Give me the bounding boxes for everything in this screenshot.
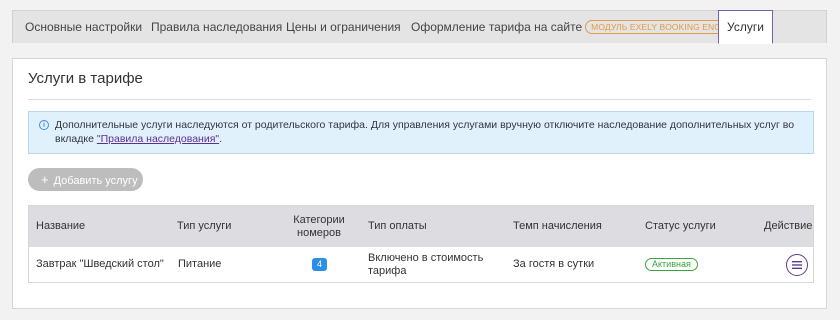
- column-header-name: Название: [36, 220, 86, 232]
- column-header-payment: Тип оплаты: [368, 220, 427, 232]
- actions-menu-button[interactable]: [786, 253, 808, 276]
- tab-bar: Основные настройки Правила наследования …: [12, 10, 827, 44]
- info-text-end: .: [219, 133, 223, 145]
- tab-label: Правила наследования: [151, 20, 283, 34]
- tab-inheritance-rules[interactable]: Правила наследования: [151, 11, 282, 43]
- services-panel: Услуги в тарифе i Дополнительные услуги …: [12, 58, 827, 309]
- column-header-type: Тип услуги: [177, 220, 232, 232]
- service-type: Питание: [178, 258, 222, 270]
- status-cell: Активная: [645, 247, 698, 282]
- tab-basic-settings[interactable]: Основные настройки: [25, 11, 142, 43]
- column-header-categories: Категории номеров: [293, 213, 345, 239]
- service-name: Завтрак "Шведский стол": [36, 258, 164, 270]
- tab-label: Оформление тарифа на сайте: [411, 20, 583, 34]
- tab-label: Услуги: [727, 20, 764, 34]
- divider: [28, 99, 811, 100]
- add-service-button[interactable]: + Добавить услугу: [28, 168, 143, 191]
- column-header-rate: Темп начисления: [513, 220, 602, 232]
- status-badge: Активная: [645, 258, 698, 271]
- accrual-rate: За гостя в сутки: [513, 258, 595, 270]
- tab-label: Основные настройки: [25, 20, 143, 34]
- table-header: Название Тип услуги Категории номеров Ти…: [29, 206, 813, 247]
- action-cell: [786, 247, 808, 282]
- menu-icon: [792, 260, 802, 269]
- table-row[interactable]: Завтрак "Шведский стол" Питание 4 Включе…: [29, 247, 813, 282]
- tab-prices-restrictions[interactable]: Цены и ограничения: [286, 11, 401, 43]
- plus-icon: +: [41, 172, 49, 187]
- payment-type: Включено в стоимость тарифа: [368, 251, 484, 277]
- categories-cell: 4: [312, 247, 327, 282]
- column-header-action: Действие: [764, 220, 813, 232]
- panel-title: Услуги в тарифе: [28, 70, 143, 87]
- inheritance-rules-link[interactable]: "Правила наследования": [97, 133, 219, 145]
- info-icon: i: [39, 120, 49, 130]
- info-alert: i Дополнительные услуги наследуются от р…: [28, 111, 814, 154]
- column-header-status: Статус услуги: [645, 220, 716, 232]
- tab-services[interactable]: Услуги: [718, 10, 773, 44]
- categories-count-badge[interactable]: 4: [312, 258, 327, 271]
- tab-label: Цены и ограничения: [286, 20, 401, 34]
- add-service-label: Добавить услугу: [53, 175, 138, 187]
- tab-site-design[interactable]: Оформление тарифа на сайте МОДУЛЬ EXELY B…: [411, 11, 742, 43]
- services-table: Название Тип услуги Категории номеров Ти…: [28, 205, 814, 283]
